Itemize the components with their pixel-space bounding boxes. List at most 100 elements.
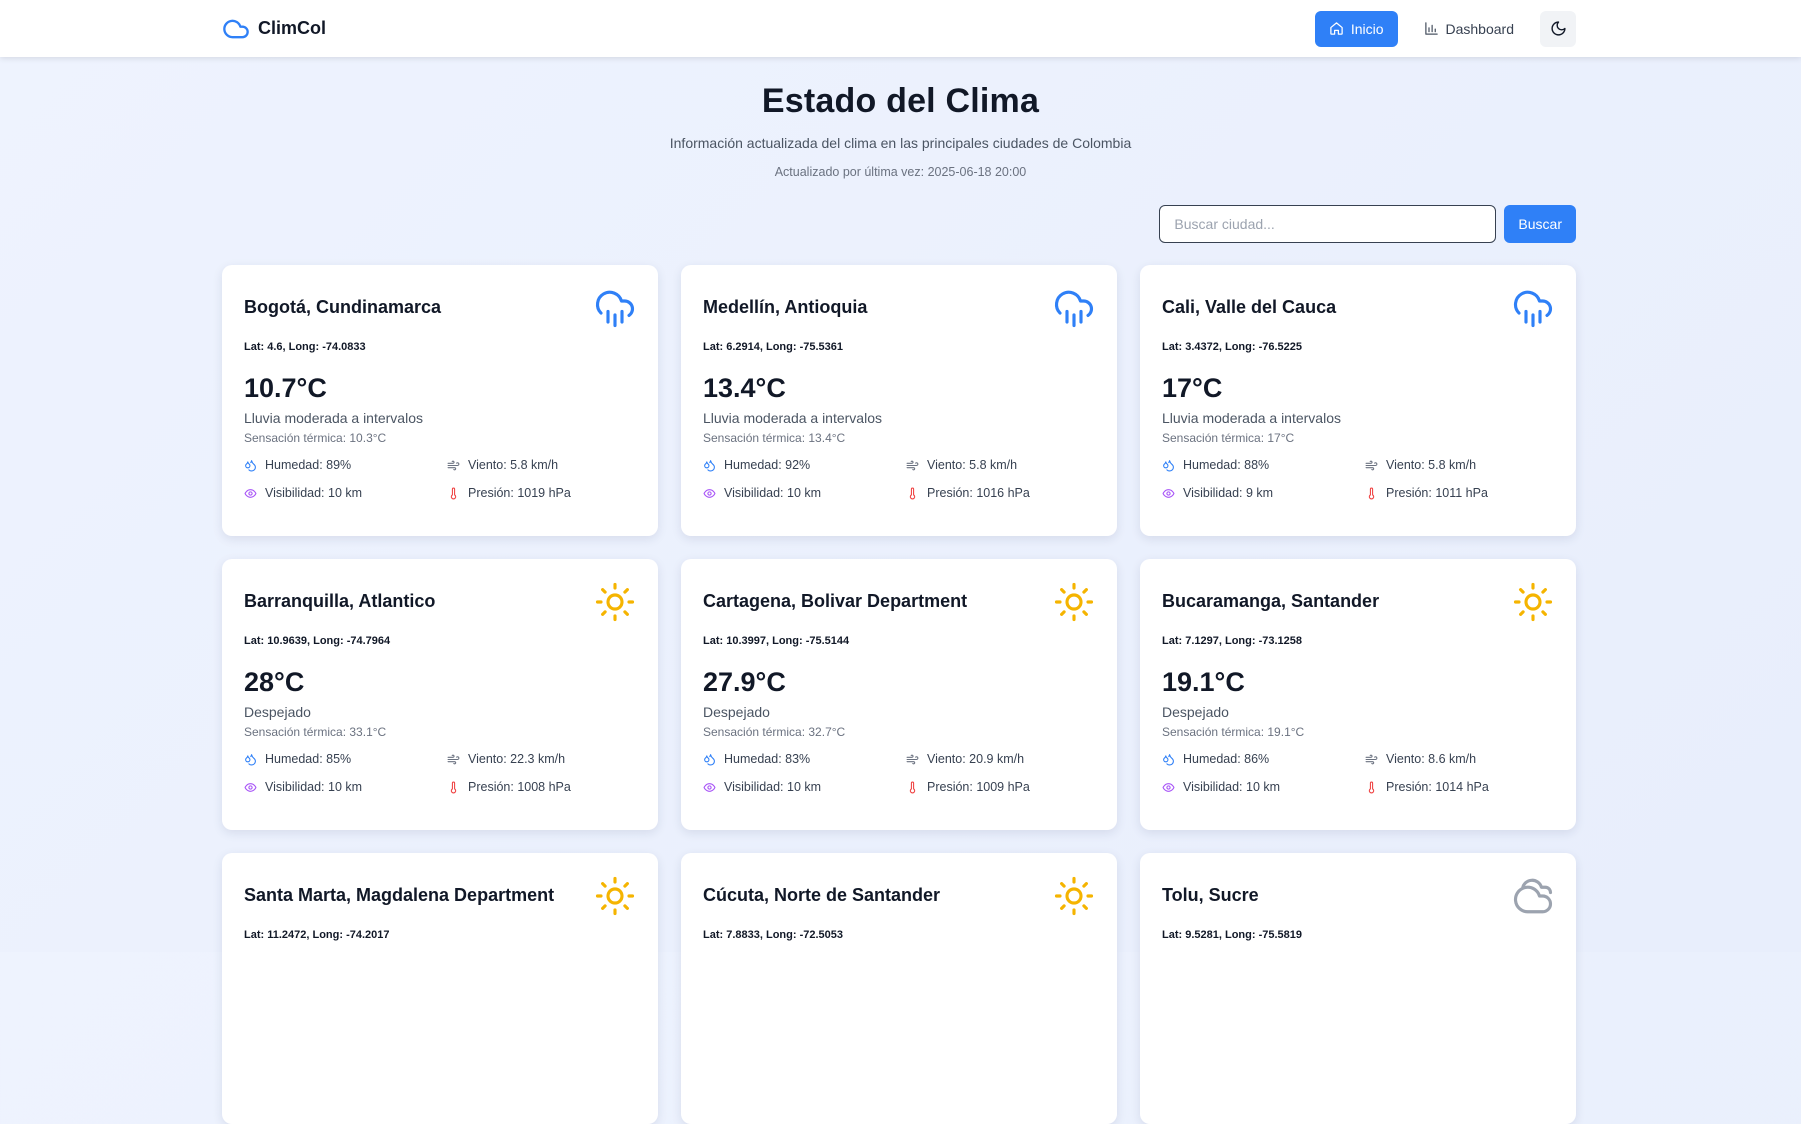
feels-like: Sensación térmica: 17°C xyxy=(1162,431,1295,445)
thermometer-icon xyxy=(447,781,460,794)
page-subtitle: Información actualizada del clima en las… xyxy=(669,135,1132,151)
temperature: 17°C xyxy=(1162,373,1223,403)
city-weather-card[interactable]: Bogotá, Cundinamarca Lat: 4.6, Long: -74… xyxy=(222,265,658,536)
visibility-icon xyxy=(703,781,716,794)
metric-humidity: Humedad: 85% xyxy=(244,752,447,766)
nav-dashboard-label: Dashboard xyxy=(1445,20,1515,37)
city-name: Cali, Valle del Cauca xyxy=(1162,297,1337,317)
rain-cloud-icon xyxy=(594,287,636,329)
wind-icon xyxy=(906,459,919,472)
nav-inicio-label: Inicio xyxy=(1350,20,1384,37)
wind-icon xyxy=(447,459,460,472)
city-coordinates: Lat: 10.9639, Long: -74.7964 xyxy=(244,635,391,647)
thermometer-icon xyxy=(1365,781,1378,794)
humidity-icon xyxy=(703,459,716,472)
metric-humidity: Humedad: 86% xyxy=(1162,752,1365,766)
rain-cloud-icon xyxy=(1512,287,1554,329)
city-name: Medellín, Antioquia xyxy=(703,297,868,317)
temperature: 28°C xyxy=(244,667,305,697)
sun-icon xyxy=(1053,581,1095,623)
visibility-icon xyxy=(1162,781,1175,794)
metric-wind: Viento: 5.8 km/h xyxy=(906,458,1106,472)
page-title: Estado del Clima xyxy=(761,82,1040,120)
weather-metrics: Humedad: 85% Viento: 22.3 km/h Visibilidad… xyxy=(244,752,636,794)
weather-condition: Despejado xyxy=(703,704,770,720)
metric-visibility: Visibilidad: 10 km xyxy=(703,780,906,794)
metric-pressure: Presión: 1011 hPa xyxy=(1365,486,1565,500)
city-name: Bucaramanga, Santander xyxy=(1162,591,1380,611)
last-updated-text: Actualizado por última vez: 2025-06-18 2… xyxy=(774,165,1027,179)
city-name: Cartagena, Bolivar Department xyxy=(703,591,968,611)
feels-like: Sensación térmica: 19.1°C xyxy=(1162,725,1305,739)
city-coordinates: Lat: 9.5281, Long: -75.5819 xyxy=(1162,929,1302,941)
metric-pressure: Presión: 1014 hPa xyxy=(1365,780,1565,794)
weather-condition: Lluvia moderada a intervalos xyxy=(1162,410,1341,426)
city-coordinates: Lat: 7.1297, Long: -73.1258 xyxy=(1162,635,1302,647)
thermometer-icon xyxy=(906,781,919,794)
visibility-icon xyxy=(244,781,257,794)
metric-visibility: Visibilidad: 10 km xyxy=(244,780,447,794)
city-card-grid: Bogotá, Cundinamarca Lat: 4.6, Long: -74… xyxy=(222,265,1577,1124)
moon-icon xyxy=(1550,21,1566,36)
temperature: 13.4°C xyxy=(703,373,786,403)
metric-humidity-text: Humedad: 92% xyxy=(724,458,811,472)
bar-chart-icon xyxy=(1424,22,1438,35)
wind-icon xyxy=(447,753,460,766)
navbar-inner: ClimCol Inicio Dashboard xyxy=(222,0,1576,57)
metric-pressure: Presión: 1016 hPa xyxy=(906,486,1106,500)
nav-dashboard-button[interactable]: Dashboard xyxy=(1410,11,1529,47)
metric-pressure: Presión: 1009 hPa xyxy=(906,780,1106,794)
temperature: 10.7°C xyxy=(244,373,327,403)
sun-icon xyxy=(594,875,636,917)
city-weather-card[interactable]: Medellín, Antioquia Lat: 6.2914, Long: -… xyxy=(681,265,1117,536)
city-weather-card[interactable]: Bucaramanga, Santander Lat: 7.1297, Long… xyxy=(1140,559,1576,830)
weather-metrics: Humedad: 86% Viento: 8.6 km/h Visibilidad:… xyxy=(1162,752,1554,794)
city-name: Tolu, Sucre xyxy=(1162,885,1259,905)
city-weather-card[interactable]: Tolu, Sucre Lat: 9.5281, Long: -75.5819 xyxy=(1140,853,1576,1124)
home-icon xyxy=(1330,22,1343,35)
metric-visibility-text: Visibilidad: 9 km xyxy=(1183,486,1274,500)
metric-visibility-text: Visibilidad: 10 km xyxy=(1183,780,1281,794)
search-button[interactable]: Buscar xyxy=(1504,205,1576,243)
city-name: Bogotá, Cundinamarca xyxy=(244,297,442,317)
city-weather-card[interactable]: Santa Marta, Magdalena Department Lat: 1… xyxy=(222,853,658,1124)
theme-toggle-button[interactable] xyxy=(1540,10,1576,47)
weather-metrics: Humedad: 89% Viento: 5.8 km/h Visibilidad:… xyxy=(244,458,636,500)
cloud-logo-icon xyxy=(223,19,249,38)
weather-condition: Lluvia moderada a intervalos xyxy=(703,410,882,426)
rain-cloud-icon xyxy=(1053,287,1095,329)
metric-humidity: Humedad: 88% xyxy=(1162,458,1365,472)
weather-metrics: Humedad: 88% Viento: 5.8 km/h Visibilidad:… xyxy=(1162,458,1554,500)
city-name: Barranquilla, Atlantico xyxy=(244,591,436,611)
metric-pressure-text: Presión: 1009 hPa xyxy=(927,780,1030,794)
brand-logo[interactable]: ClimCol xyxy=(222,15,326,43)
feels-like: Sensación térmica: 10.3°C xyxy=(244,431,387,445)
metric-wind: Viento: 22.3 km/h xyxy=(447,752,647,766)
search-input[interactable] xyxy=(1159,205,1497,243)
metric-wind-text: Viento: 5.8 km/h xyxy=(468,458,559,472)
metric-visibility: Visibilidad: 10 km xyxy=(703,486,906,500)
metric-visibility-text: Visibilidad: 10 km xyxy=(724,486,822,500)
brand-name: ClimCol xyxy=(258,18,327,38)
feels-like: Sensación térmica: 13.4°C xyxy=(703,431,846,445)
city-weather-card[interactable]: Cartagena, Bolivar Department Lat: 10.39… xyxy=(681,559,1117,830)
metric-wind-text: Viento: 8.6 km/h xyxy=(1386,752,1477,766)
metric-visibility: Visibilidad: 10 km xyxy=(1162,780,1365,794)
city-weather-card[interactable]: Barranquilla, Atlantico Lat: 10.9639, Lo… xyxy=(222,559,658,830)
humidity-icon xyxy=(1162,459,1175,472)
metric-wind-text: Viento: 5.8 km/h xyxy=(1386,458,1477,472)
nav-inicio-button[interactable]: Inicio xyxy=(1314,10,1398,47)
city-coordinates: Lat: 6.2914, Long: -75.5361 xyxy=(703,341,843,353)
weather-condition: Despejado xyxy=(1162,704,1229,720)
metric-wind: Viento: 5.8 km/h xyxy=(1365,458,1565,472)
metric-pressure: Presión: 1019 hPa xyxy=(447,486,647,500)
city-weather-card[interactable]: Cali, Valle del Cauca Lat: 3.4372, Long:… xyxy=(1140,265,1576,536)
city-coordinates: Lat: 4.6, Long: -74.0833 xyxy=(244,341,366,353)
metric-humidity-text: Humedad: 85% xyxy=(265,752,352,766)
thermometer-icon xyxy=(906,487,919,500)
metric-visibility: Visibilidad: 9 km xyxy=(1162,486,1365,500)
city-coordinates: Lat: 10.3997, Long: -75.5144 xyxy=(703,635,850,647)
metric-humidity-text: Humedad: 89% xyxy=(265,458,352,472)
metric-humidity-text: Humedad: 83% xyxy=(724,752,811,766)
city-weather-card[interactable]: Cúcuta, Norte de Santander Lat: 7.8833, … xyxy=(681,853,1117,1124)
